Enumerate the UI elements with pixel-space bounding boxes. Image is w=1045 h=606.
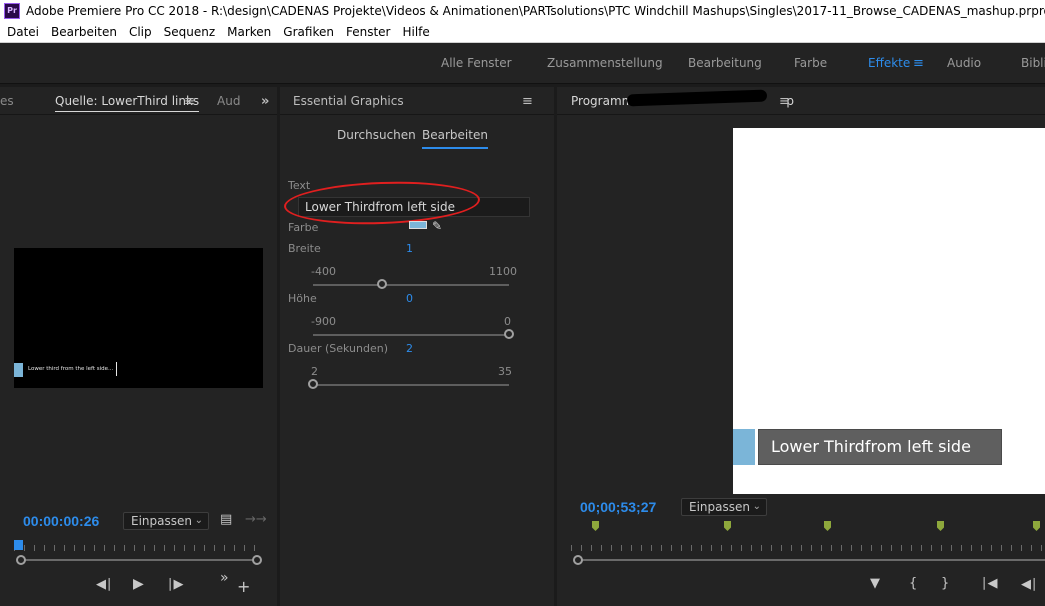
- workspace-farbe[interactable]: Farbe: [794, 56, 827, 70]
- title-bar: Pr Adobe Premiere Pro CC 2018 - R:\desig…: [0, 0, 1045, 22]
- menu-bearbeiten[interactable]: Bearbeiten: [51, 25, 117, 39]
- height-max-label: 0: [504, 315, 511, 328]
- eyedropper-icon[interactable]: ✎: [432, 219, 442, 233]
- source-zoom-handle-left[interactable]: [16, 555, 26, 565]
- essential-graphics-panel: Essential Graphics ≡ Durchsuchen Bearbei…: [280, 87, 554, 606]
- mark-out-icon[interactable]: }: [941, 576, 949, 591]
- menu-clip[interactable]: Clip: [129, 25, 152, 39]
- go-to-in-icon[interactable]: ∣◀: [981, 576, 998, 591]
- source-monitor-panel: es Quelle: LowerThird links ≡ Aud » Lowe…: [0, 87, 277, 606]
- height-value[interactable]: 0: [406, 292, 413, 305]
- program-tab-bar: Programm: Bp ≡: [557, 87, 1045, 115]
- workspace-audio[interactable]: Audio: [947, 56, 981, 70]
- duration-min-label: 2: [311, 365, 318, 378]
- color-swatch[interactable]: [409, 221, 427, 229]
- menu-sequenz[interactable]: Sequenz: [164, 25, 216, 39]
- step-forward-icon[interactable]: ∣▶: [167, 577, 184, 592]
- settings-film-icon[interactable]: ▤: [220, 512, 232, 527]
- source-zoom-handle-right[interactable]: [252, 555, 262, 565]
- window-title: Adobe Premiere Pro CC 2018 - R:\design\C…: [26, 4, 1045, 18]
- color-property-label: Farbe: [288, 221, 319, 234]
- tab-bearbeiten[interactable]: Bearbeiten: [422, 128, 488, 149]
- width-slider-track[interactable]: [313, 284, 509, 286]
- program-zoom-scrollbar[interactable]: [577, 559, 1045, 561]
- double-chevron-right-icon[interactable]: »: [261, 94, 269, 109]
- duration-property-label: Dauer (Sekunden): [288, 342, 388, 355]
- program-fit-dropdown[interactable]: Einpassen ⌄: [681, 498, 767, 516]
- workspace-bibliotheken[interactable]: Biblio: [1021, 56, 1045, 70]
- height-min-label: -900: [311, 315, 336, 328]
- program-monitor-panel: Programm: Bp ≡ Lower Thirdfrom left side…: [557, 87, 1045, 606]
- add-button-icon[interactable]: +: [237, 577, 250, 596]
- lower-third-color-bar: [733, 429, 755, 465]
- essential-graphics-tab-bar: Essential Graphics ≡: [280, 87, 554, 115]
- workspace-zusammenstellung[interactable]: Zusammenstellung: [547, 56, 663, 70]
- chevron-down-icon: ⌄: [194, 515, 203, 526]
- width-min-label: -400: [311, 265, 336, 278]
- width-max-label: 1100: [489, 265, 517, 278]
- duration-slider-track[interactable]: [313, 384, 509, 386]
- premiere-app-icon: Pr: [4, 3, 20, 19]
- source-video-preview: Lower third from the left side...: [14, 248, 263, 388]
- source-fit-value: Einpassen: [131, 514, 192, 528]
- source-fit-dropdown[interactable]: Einpassen ⌄: [123, 512, 209, 530]
- mark-in-icon[interactable]: {: [909, 576, 917, 591]
- step-back-icon[interactable]: ◀∣: [1021, 577, 1038, 592]
- tab-effects-fragment[interactable]: es: [0, 94, 14, 108]
- height-slider-knob[interactable]: [504, 329, 514, 339]
- text-property-label: Text: [288, 179, 311, 192]
- workspace-bar: Alle Fenster Zusammenstellung Bearbeitun…: [0, 43, 1045, 84]
- menu-fenster[interactable]: Fenster: [346, 25, 391, 39]
- duration-slider-knob[interactable]: [308, 379, 318, 389]
- menu-bar: Datei Bearbeiten Clip Sequenz Marken Gra…: [0, 22, 1045, 43]
- workspace-menu-icon[interactable]: ≡: [913, 56, 924, 71]
- add-marker-icon[interactable]: ▼: [870, 576, 880, 591]
- workspace-effekte[interactable]: Effekte: [868, 56, 910, 70]
- workspace-bearbeitung[interactable]: Bearbeitung: [688, 56, 762, 70]
- duration-max-label: 35: [498, 365, 512, 378]
- duration-value[interactable]: 2: [406, 342, 413, 355]
- height-property-label: Höhe: [288, 292, 317, 305]
- lower-third-caption: Lower third from the left side...: [28, 366, 114, 372]
- program-zoom-handle-left[interactable]: [573, 555, 583, 565]
- play-icon[interactable]: ▶: [133, 576, 144, 592]
- panel-menu-icon[interactable]: ≡: [184, 94, 195, 109]
- panel-menu-icon[interactable]: ≡: [779, 94, 790, 109]
- width-value[interactable]: 1: [406, 242, 413, 255]
- width-property-label: Breite: [288, 242, 321, 255]
- width-slider-knob[interactable]: [376, 279, 387, 289]
- lower-third-text-box[interactable]: Lower Thirdfrom left side: [758, 429, 1002, 465]
- step-back-icon[interactable]: ◀∣: [96, 577, 113, 592]
- tab-durchsuchen[interactable]: Durchsuchen: [337, 128, 416, 142]
- height-slider-track[interactable]: [313, 334, 509, 336]
- tab-source[interactable]: Quelle: LowerThird links: [55, 94, 200, 112]
- workspace-alle-fenster[interactable]: Alle Fenster: [441, 56, 512, 70]
- timeline-marker[interactable]: [724, 521, 731, 531]
- source-timecode[interactable]: 00:00:00:26: [23, 513, 99, 529]
- source-playhead[interactable]: [14, 540, 23, 550]
- timeline-marker[interactable]: [1033, 521, 1040, 531]
- chevron-down-icon: ⌄: [752, 501, 761, 512]
- source-time-ruler[interactable]: [14, 543, 264, 557]
- more-buttons-icon[interactable]: »: [220, 570, 229, 586]
- source-zoom-scrollbar[interactable]: [20, 559, 258, 561]
- tab-audio[interactable]: Aud: [217, 94, 240, 108]
- timeline-marker[interactable]: [824, 521, 831, 531]
- menu-hilfe[interactable]: Hilfe: [402, 25, 429, 39]
- timeline-marker[interactable]: [937, 521, 944, 531]
- panel-menu-icon[interactable]: ≡: [522, 94, 533, 109]
- program-video-frame[interactable]: Lower Thirdfrom left side: [733, 128, 1045, 494]
- lower-third-color-bar: [14, 363, 23, 377]
- program-time-ruler[interactable]: [571, 543, 1045, 557]
- timeline-marker[interactable]: [592, 521, 599, 531]
- text-cursor: [116, 362, 117, 376]
- source-tab-bar: es Quelle: LowerThird links ≡ Aud »: [0, 87, 277, 115]
- program-timecode[interactable]: 00;00;53;27: [580, 499, 656, 515]
- program-fit-value: Einpassen: [689, 500, 750, 514]
- menu-grafiken[interactable]: Grafiken: [283, 25, 334, 39]
- insert-arrows-icon[interactable]: →→: [245, 512, 267, 527]
- panel-title[interactable]: Essential Graphics: [293, 94, 404, 108]
- menu-marken[interactable]: Marken: [227, 25, 271, 39]
- menu-datei[interactable]: Datei: [7, 25, 39, 39]
